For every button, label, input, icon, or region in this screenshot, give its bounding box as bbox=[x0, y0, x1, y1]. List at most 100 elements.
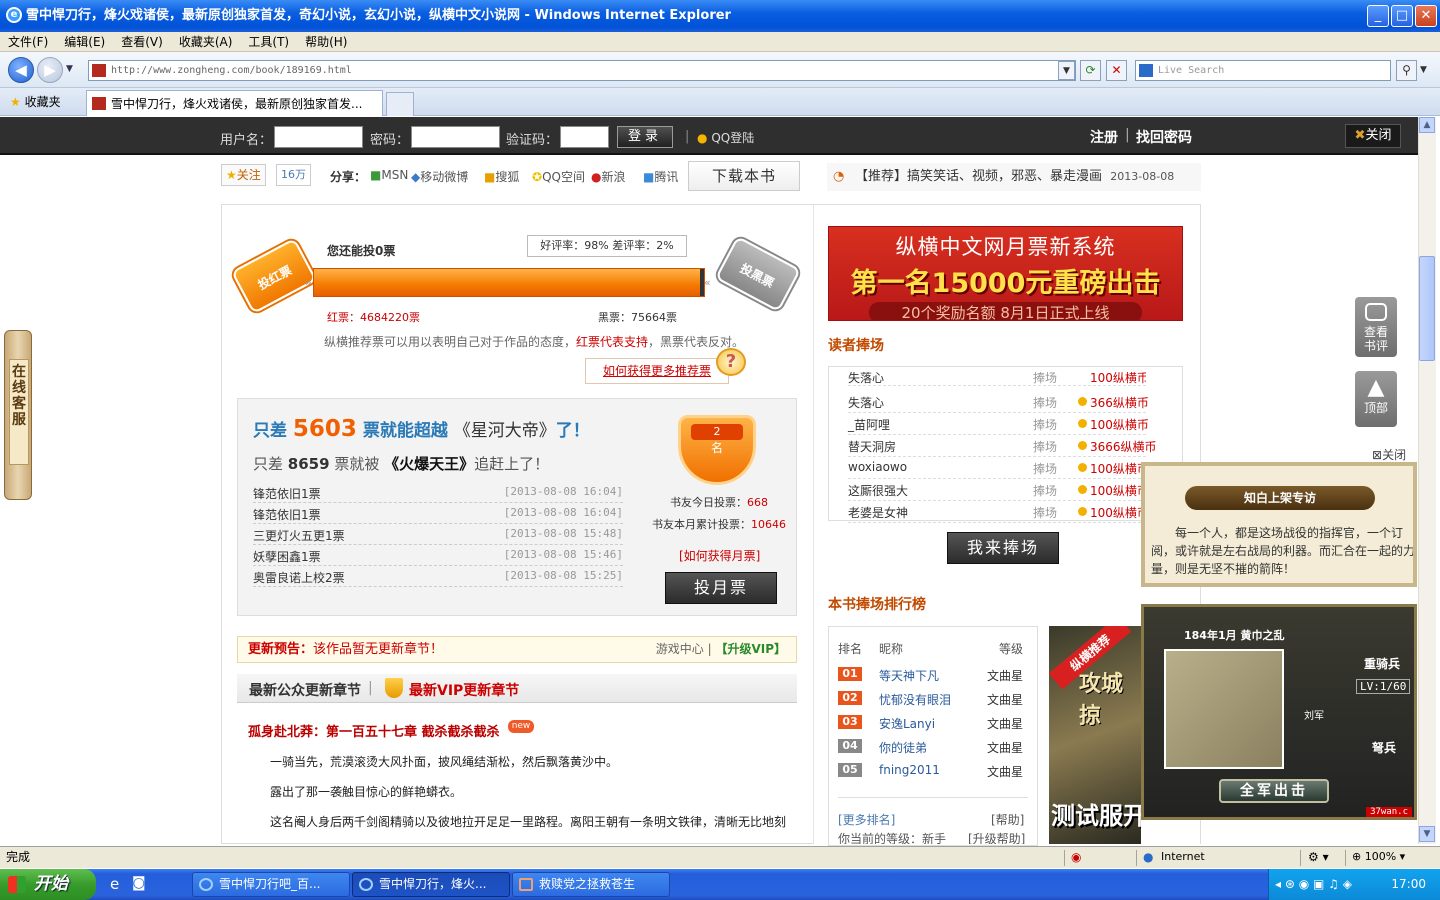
desktop-quicklaunch-icon[interactable]: ◙ bbox=[132, 875, 146, 891]
history-dropdown-icon[interactable]: ▼ bbox=[66, 64, 73, 74]
menu-edit[interactable]: 编辑(E) bbox=[56, 32, 113, 52]
register-link[interactable]: 注册 bbox=[1090, 127, 1118, 147]
current-level: 你当前的等级：新手 bbox=[838, 832, 947, 844]
gap-ahead-b: 票就能超越 bbox=[362, 421, 448, 441]
tab-current[interactable]: 雪中悍刀行，烽火戏诸侯，最新原创独家首发... bbox=[86, 90, 383, 116]
zoom-level: 100% bbox=[1364, 850, 1397, 863]
upgrade-vip-link[interactable]: 【升级VIP】 bbox=[715, 642, 786, 656]
tab-public-chapters[interactable]: 最新公众更新章节 bbox=[249, 680, 361, 700]
praise-user[interactable]: 失落心 bbox=[848, 372, 884, 385]
praise-user[interactable]: 这厮很强大 bbox=[848, 482, 908, 499]
praise-user[interactable]: 老婆是女神 bbox=[848, 504, 908, 521]
password-input[interactable] bbox=[411, 126, 500, 148]
address-url: http://www.zongheng.com/book/189169.html bbox=[111, 65, 352, 76]
praise-user[interactable]: _苗阿哩 bbox=[848, 416, 890, 433]
banner-line3: 20个奖励名额 8月1日正式上线 bbox=[869, 302, 1142, 320]
favorites-button[interactable]: ★ 收藏夹 bbox=[10, 93, 61, 110]
praise-button[interactable]: 我来捧场 bbox=[947, 532, 1059, 564]
praise-user[interactable]: 失落心 bbox=[848, 394, 884, 411]
online-service-widget[interactable]: 在线客服 bbox=[4, 330, 32, 500]
popup-close-button[interactable]: ⊠关闭 bbox=[1372, 446, 1406, 463]
gap-behind-b: 票就被 bbox=[334, 455, 380, 473]
ranking-help-link[interactable]: [帮助] bbox=[991, 811, 1024, 828]
stop-icon[interactable]: ✕ bbox=[1106, 60, 1127, 81]
recover-password-link[interactable]: 找回密码 bbox=[1136, 127, 1192, 147]
taskbar-item[interactable]: 救赎党之拯救苍生 bbox=[512, 872, 670, 897]
login-button[interactable]: 登录 bbox=[617, 126, 673, 148]
qq-login-link[interactable]: ● QQ登陆 bbox=[697, 129, 754, 146]
search-input[interactable]: Live Search bbox=[1135, 60, 1391, 81]
rank-nick[interactable]: 等天神下凡 bbox=[879, 667, 939, 684]
rank-nick[interactable]: 你的徒弟 bbox=[879, 739, 927, 756]
tray-icons[interactable]: ◂ ⊛ ◉ ▣ ♫ ◈ bbox=[1275, 869, 1352, 900]
gap-behind-c: 追赶上了！ bbox=[474, 455, 550, 473]
praise-user[interactable]: woxiaowo bbox=[848, 460, 907, 474]
taskbar-item[interactable]: 雪中悍刀行吧_百... bbox=[192, 872, 350, 897]
scroll-up-icon[interactable]: ▲ bbox=[1419, 117, 1435, 133]
question-icon[interactable]: ? bbox=[716, 348, 746, 376]
search-options-icon[interactable]: ▼ bbox=[1420, 65, 1427, 75]
minimize-button[interactable]: _ bbox=[1367, 5, 1389, 27]
privacy-icon[interactable]: ◉ bbox=[1071, 847, 1081, 867]
search-go-icon[interactable]: ⚲ bbox=[1396, 60, 1417, 81]
month-ticket-banner[interactable]: 纵横中文网月票新系统 第一名15000元重磅出击 20个奖励名额 8月1日正式上… bbox=[828, 226, 1183, 321]
how-month-ticket-link[interactable]: [如何获得月票] bbox=[679, 547, 760, 564]
download-book-button[interactable]: 下载本书 bbox=[688, 161, 800, 191]
share-tencent[interactable]: ■腾讯 bbox=[643, 168, 678, 185]
protected-mode-icon[interactable]: ⚙ ▾ bbox=[1308, 847, 1329, 867]
more-ranking-link[interactable]: [更多排名] bbox=[838, 811, 895, 828]
back-button[interactable]: ◀ bbox=[8, 57, 34, 83]
menu-tools[interactable]: 工具(T) bbox=[240, 32, 297, 52]
forward-button[interactable]: ▶ bbox=[37, 57, 63, 83]
gap-ahead-book[interactable]: 《星河大帝》 bbox=[454, 421, 556, 441]
interview-popup[interactable]: 知白上架专访 每一个人，都是这场战役的指挥官，一个订阅，或许就是左右战局的利器。… bbox=[1141, 462, 1417, 587]
vertical-scrollbar[interactable] bbox=[1418, 117, 1436, 844]
back-to-top-button[interactable]: ▲ 顶部 bbox=[1355, 371, 1397, 427]
zoom-control[interactable]: ⊕ 100% ▾ bbox=[1352, 847, 1405, 867]
share-qzone[interactable]: ✪QQ空间 bbox=[532, 168, 585, 185]
menu-favorites[interactable]: 收藏夹(A) bbox=[171, 32, 241, 52]
username-input[interactable] bbox=[274, 126, 363, 148]
game-side-banner[interactable]: 纵横推荐 攻城掠 测试服开 bbox=[1049, 626, 1141, 844]
maximize-button[interactable]: □ bbox=[1391, 5, 1413, 27]
taskbar-item-active[interactable]: 雪中悍刀行，烽火... bbox=[352, 872, 510, 897]
rank-nick[interactable]: 安逸Lanyi bbox=[879, 715, 935, 732]
tab-vip-chapters[interactable]: 最新VIP更新章节 bbox=[409, 680, 519, 700]
gap-behind-book[interactable]: 《火爆天王》 bbox=[384, 455, 474, 473]
game-center-link[interactable]: 游戏中心 bbox=[656, 642, 704, 656]
praise-user[interactable]: 替天洞房 bbox=[848, 438, 896, 455]
rank-unit: 名 bbox=[710, 441, 723, 455]
scroll-thumb[interactable] bbox=[1419, 256, 1435, 361]
refresh-icon[interactable]: ⟳ bbox=[1080, 60, 1101, 81]
chapter-title[interactable]: 孤身赴北莽：第一百五十七章 截杀截杀截杀 bbox=[248, 721, 500, 740]
share-msn[interactable]: ■MSN bbox=[370, 168, 408, 182]
menu-help[interactable]: 帮助(H) bbox=[297, 32, 355, 52]
game-ad-popup[interactable]: 184年1月 黄巾之乱 重骑兵 LV:1/60 刘军 弩兵 全军出击 37wan… bbox=[1141, 604, 1417, 820]
upgrade-help-link[interactable]: [升级帮助] bbox=[968, 832, 1025, 844]
view-comments-button[interactable]: 查看书评 bbox=[1355, 297, 1397, 357]
game-go-button[interactable]: 全军出击 bbox=[1219, 779, 1329, 803]
menu-view[interactable]: 查看(V) bbox=[113, 32, 171, 52]
address-dropdown-icon[interactable]: ▼ bbox=[1058, 61, 1075, 80]
share-sohu[interactable]: ■搜狐 bbox=[484, 168, 519, 185]
praise-row: 老婆是女神 捧场 100纵横币 bbox=[848, 501, 1149, 523]
close-login-bar-button[interactable]: ✖关闭 bbox=[1345, 124, 1401, 148]
new-tab-button[interactable] bbox=[386, 92, 414, 116]
share-sina[interactable]: ●新浪 bbox=[591, 168, 626, 185]
how-more-votes-link[interactable]: 如何获得更多推荐票 bbox=[585, 358, 729, 384]
menu-file[interactable]: 文件(F) bbox=[0, 32, 56, 52]
share-mobile-weibo[interactable]: ◆移动微博 bbox=[411, 168, 468, 185]
address-input[interactable]: http://www.zongheng.com/book/189169.html bbox=[88, 60, 1076, 81]
scroll-down-icon[interactable]: ▼ bbox=[1419, 826, 1435, 842]
recommend-link[interactable]: ◔ 【推荐】搞笑笑话、视频，邪恶、暴走漫画 2013-08-08 bbox=[827, 163, 1201, 191]
rank-number-badge: 03 bbox=[838, 715, 862, 729]
vote-record-name: 妖孽困鑫1票 bbox=[253, 550, 321, 564]
rank-nick[interactable]: 忧郁没有眼泪 bbox=[879, 691, 951, 708]
start-button[interactable]: 开始 bbox=[0, 869, 96, 900]
vote-month-ticket-button[interactable]: 投月票 bbox=[665, 572, 777, 604]
ie-quicklaunch-icon[interactable]: e bbox=[110, 875, 119, 893]
captcha-input[interactable] bbox=[560, 126, 609, 148]
close-window-button[interactable]: ✕ bbox=[1415, 5, 1437, 27]
follow-button[interactable]: ★关注 bbox=[221, 164, 266, 186]
rank-nick[interactable]: fning2011 bbox=[879, 763, 940, 777]
